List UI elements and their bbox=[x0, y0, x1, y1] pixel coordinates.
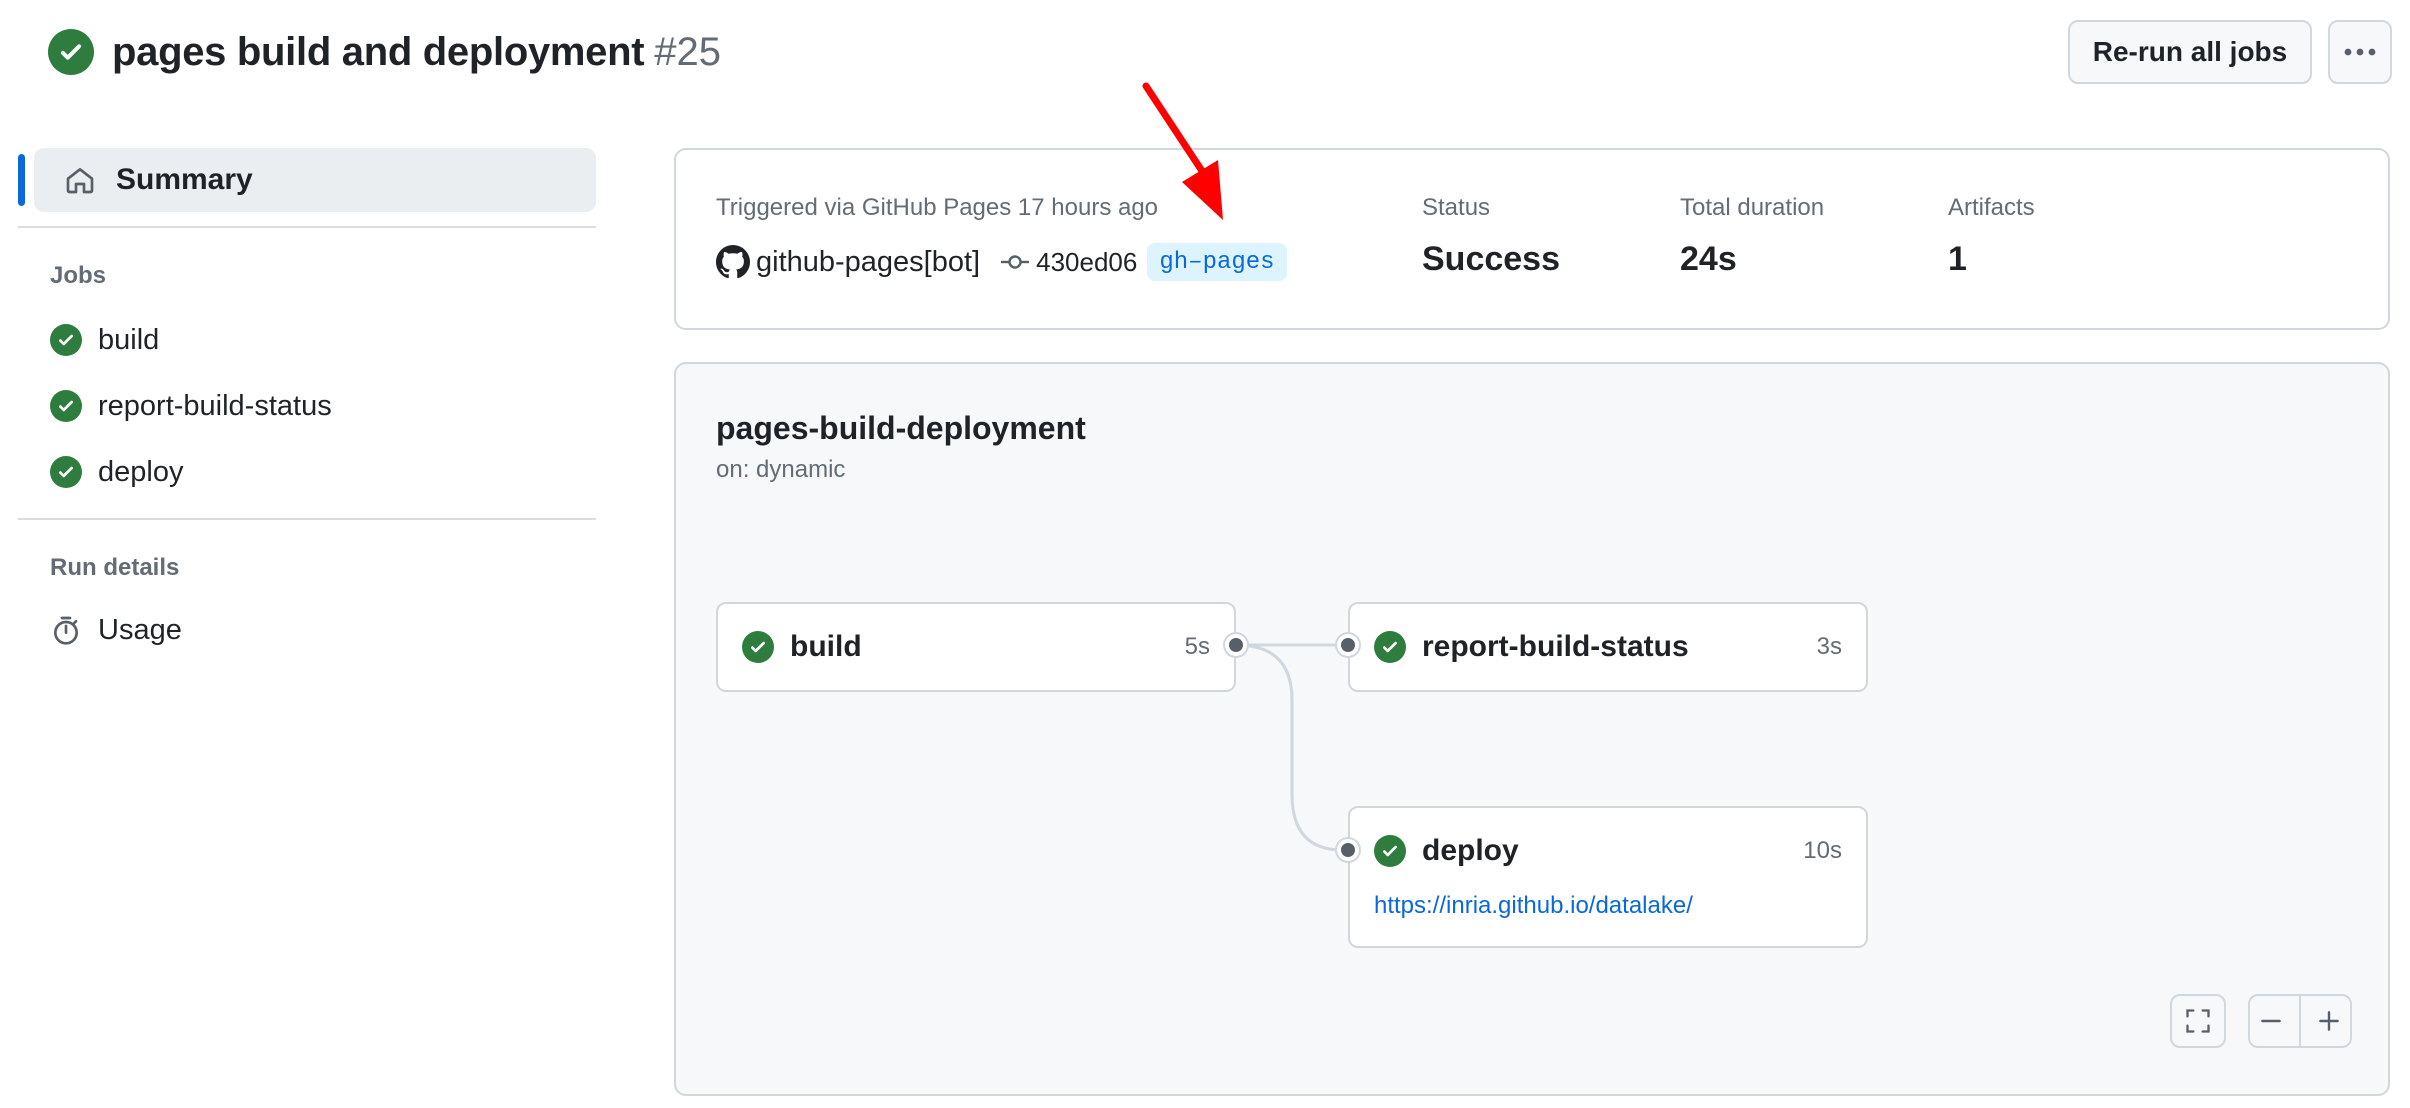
trigger-text: Triggered via GitHub Pages 17 hours ago bbox=[716, 194, 1159, 221]
stopwatch-icon bbox=[54, 616, 78, 645]
minus-icon bbox=[2260, 1019, 2281, 1023]
job-header: build 5s bbox=[742, 604, 1210, 690]
success-check-icon bbox=[50, 324, 82, 356]
build-output-connector-dot bbox=[1225, 634, 1247, 656]
job-duration: 3s bbox=[1816, 633, 1842, 660]
github-logo-icon bbox=[716, 245, 750, 279]
sidebar-item-label: Usage bbox=[98, 613, 182, 646]
divider bbox=[18, 226, 596, 228]
jobs-heading: Jobs bbox=[50, 262, 107, 289]
plus-icon bbox=[2319, 1011, 2340, 1031]
duration-label: Total duration bbox=[1680, 194, 1825, 221]
job-name: report-build-status bbox=[1422, 630, 1689, 663]
zoom-controls bbox=[2248, 994, 2352, 1048]
success-check-icon bbox=[1374, 631, 1406, 663]
deployment-url-link[interactable]: https://inria.github.io/datalake/ bbox=[1374, 892, 1693, 920]
success-check-icon bbox=[50, 456, 82, 488]
job-name: build bbox=[790, 630, 862, 663]
status-value: Success bbox=[1422, 240, 1560, 278]
success-check-icon bbox=[1374, 835, 1406, 867]
artifacts-label: Artifacts bbox=[1948, 194, 2035, 221]
job-duration: 10s bbox=[1803, 837, 1842, 864]
run-title: pages build and deployment bbox=[112, 29, 645, 74]
sidebar-item-summary[interactable]: Summary bbox=[18, 148, 596, 212]
actor-row: github-pages[bot] 430ed06 gh–pages bbox=[716, 242, 1287, 282]
job-node-deploy[interactable]: deploy 10s https://inria.github.io/datal… bbox=[1348, 806, 1868, 948]
job-connectors bbox=[1235, 643, 1343, 852]
sidebar-item-deploy[interactable]: deploy bbox=[50, 450, 183, 494]
success-check-icon bbox=[50, 390, 82, 422]
job-node-build[interactable]: build 5s bbox=[716, 602, 1236, 692]
workflow-graph: pages-build-deployment on: dynamic build… bbox=[674, 362, 2390, 1096]
status-stat: Status Success bbox=[1422, 194, 1560, 279]
zoom-in-button[interactable] bbox=[2316, 1008, 2342, 1034]
run-details-heading: Run details bbox=[50, 554, 180, 581]
success-check-icon bbox=[48, 29, 94, 75]
fullscreen-button[interactable] bbox=[2170, 994, 2226, 1048]
sidebar-item-usage[interactable]: Usage bbox=[50, 608, 182, 652]
job-node-report-build-status[interactable]: report-build-status 3s bbox=[1348, 602, 1868, 692]
artifacts-stat: Artifacts 1 bbox=[1948, 194, 2035, 279]
more-options-button[interactable] bbox=[2328, 20, 2392, 84]
sidebar-item-build[interactable]: build bbox=[50, 318, 159, 362]
deploy-input-connector-dot bbox=[1337, 839, 1359, 861]
kebab-horizontal-icon bbox=[2344, 48, 2376, 56]
run-summary-card: Triggered via GitHub Pages 17 hours ago … bbox=[674, 148, 2390, 330]
git-commit-icon bbox=[1001, 255, 1030, 269]
sidebar-item-label: report-build-status bbox=[98, 389, 332, 422]
divider bbox=[2298, 996, 2301, 1046]
job-name: deploy bbox=[1422, 834, 1519, 867]
duration-value: 24s bbox=[1680, 240, 1737, 278]
fullscreen-icon bbox=[2186, 1009, 2210, 1033]
rerun-all-jobs-button[interactable]: Re-run all jobs bbox=[2068, 20, 2312, 84]
commit-sha-link[interactable]: 430ed06 bbox=[1036, 247, 1137, 278]
job-duration: 5s bbox=[1184, 633, 1210, 660]
run-header: pages build and deployment #25 bbox=[48, 22, 721, 82]
artifacts-value[interactable]: 1 bbox=[1948, 240, 2035, 279]
sidebar-item-label: Summary bbox=[116, 163, 253, 196]
home-icon bbox=[66, 168, 94, 194]
status-label: Status bbox=[1422, 194, 1491, 221]
job-header: report-build-status 3s bbox=[1374, 604, 1842, 690]
success-check-icon bbox=[742, 631, 774, 663]
duration-stat: Total duration 24s bbox=[1680, 194, 1824, 279]
active-indicator bbox=[18, 154, 25, 206]
report-input-connector-dot bbox=[1337, 634, 1359, 656]
sidebar-item-report-build-status[interactable]: report-build-status bbox=[50, 384, 332, 428]
sidebar-item-label: build bbox=[98, 323, 160, 356]
run-number: #25 bbox=[654, 29, 722, 74]
zoom-out-button[interactable] bbox=[2258, 1008, 2284, 1034]
actor-link[interactable]: github-pages[bot] bbox=[756, 246, 980, 279]
annotation-arrow-icon bbox=[1142, 82, 1223, 220]
sidebar-item-label: deploy bbox=[98, 455, 184, 488]
divider bbox=[18, 518, 596, 520]
job-header: deploy 10s bbox=[1374, 808, 1842, 894]
branch-badge[interactable]: gh–pages bbox=[1147, 243, 1287, 281]
